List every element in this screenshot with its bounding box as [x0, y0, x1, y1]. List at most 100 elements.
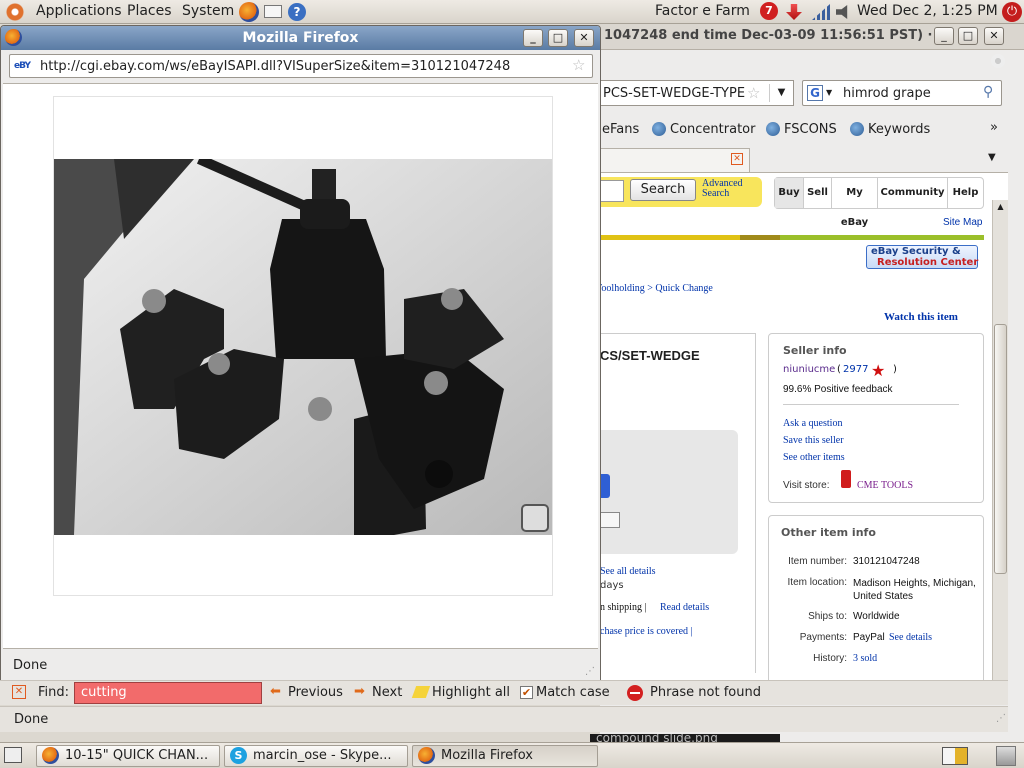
- search-box[interactable]: G ▼ himrod grape ⚲: [802, 80, 1002, 106]
- taskbar-item-label: 10-15" QUICK CHAN...: [65, 748, 209, 763]
- globe-icon: [652, 122, 666, 136]
- find-previous-button[interactable]: Previous: [288, 685, 343, 700]
- ubuntu-logo-icon[interactable]: [6, 3, 24, 21]
- bookmark-star-icon[interactable]: ☆: [572, 56, 585, 74]
- scroll-thumb[interactable]: [994, 324, 1007, 574]
- ebay-search-button[interactable]: Search: [630, 179, 696, 201]
- see-other-items-link[interactable]: See other items: [783, 452, 845, 463]
- find-close-icon[interactable]: ✕: [12, 685, 26, 699]
- firefox-launcher-icon[interactable]: [239, 2, 259, 22]
- clock[interactable]: Wed Dec 2, 1:25 PM: [857, 3, 998, 19]
- find-bar: ✕ Find: cutting ⬅ Previous ➡ Next Highli…: [0, 680, 1008, 705]
- url-text: PCS-SET-WEDGE-TYPE: [603, 86, 746, 101]
- scroll-up-icon[interactable]: ▲: [995, 202, 1006, 214]
- item-number-label: Item number:: [788, 556, 847, 567]
- help-icon[interactable]: ?: [288, 3, 306, 21]
- popup-url-bar[interactable]: eBY http://cgi.ebay.com/ws/eBayISAPI.dll…: [9, 54, 593, 78]
- find-input[interactable]: cutting: [74, 682, 262, 704]
- taskbar-item-active[interactable]: Mozilla Firefox: [412, 745, 598, 767]
- bookmark-star-icon[interactable]: ☆: [747, 84, 760, 102]
- trash-icon[interactable]: [996, 746, 1016, 766]
- more-bookmarks-chevron[interactable]: »: [990, 120, 998, 135]
- workspace-switcher[interactable]: [942, 747, 968, 765]
- maximize-button[interactable]: □: [958, 27, 978, 45]
- tab-close-icon[interactable]: ✕: [731, 153, 743, 165]
- seller-name-link[interactable]: niuniucme: [783, 364, 835, 375]
- bookmark-fscons[interactable]: FSCONS: [784, 122, 837, 137]
- power-icon[interactable]: ⏻: [1002, 2, 1022, 22]
- match-case-label[interactable]: Match case: [536, 685, 610, 700]
- update-notifier-icon[interactable]: 7: [760, 2, 778, 20]
- store-name-link[interactable]: CME TOOLS: [857, 480, 913, 491]
- find-input-value: cutting: [81, 685, 127, 700]
- taskbar-item[interactable]: S marcin_ose - Skype...: [224, 745, 408, 767]
- watch-item-link[interactable]: Watch this item: [884, 311, 958, 323]
- secondary-button[interactable]: [600, 512, 620, 528]
- payments-see-details-link[interactable]: See details: [889, 632, 932, 643]
- tab-list-icon[interactable]: ▼: [988, 152, 996, 163]
- bookmark-efans[interactable]: eFans: [602, 122, 639, 137]
- save-seller-link[interactable]: Save this seller: [783, 435, 844, 446]
- user-name[interactable]: Factor e Farm: [655, 3, 750, 19]
- resize-grip-icon[interactable]: ⋰: [996, 713, 1006, 724]
- download-arrow-icon[interactable]: [786, 4, 802, 20]
- bookmark-concentrator[interactable]: Concentrator: [670, 122, 755, 137]
- system-menu[interactable]: System: [182, 3, 234, 19]
- find-label: Find:: [38, 685, 70, 700]
- advanced-search-link[interactable]: Advanced Search: [702, 179, 758, 199]
- nav-buy[interactable]: Buy: [775, 178, 803, 208]
- taskbar: 10-15" QUICK CHAN... S marcin_ose - Skyp…: [0, 742, 1024, 768]
- item-location-value: Madison Heights, Michigan, United States: [853, 578, 976, 602]
- google-engine-icon[interactable]: G: [807, 85, 823, 101]
- browser-tab[interactable]: ✕: [600, 148, 750, 172]
- feedback-score-link[interactable]: 2977: [843, 364, 868, 375]
- page-scrollbar[interactable]: ▲ ▼: [992, 200, 1008, 700]
- resize-grip-icon[interactable]: ⋰: [585, 666, 595, 677]
- item-number-value: 310121047248: [853, 556, 920, 567]
- minimize-button[interactable]: _: [523, 29, 543, 47]
- search-input[interactable]: himrod grape: [843, 86, 931, 101]
- url-dropdown-icon[interactable]: ▼: [769, 84, 793, 102]
- item-summary-panel: CS/SET-WEDGE See all details days n ship…: [600, 333, 756, 673]
- network-signal-icon[interactable]: [812, 4, 830, 20]
- nav-help[interactable]: Help: [947, 178, 983, 208]
- places-menu[interactable]: Places: [127, 3, 172, 19]
- ships-to-value: Worldwide: [853, 611, 900, 622]
- match-case-checkbox[interactable]: ✔: [520, 686, 533, 699]
- taskbar-item[interactable]: 10-15" QUICK CHAN...: [36, 745, 220, 767]
- place-bid-button[interactable]: [600, 474, 610, 498]
- mail-icon[interactable]: [264, 5, 282, 18]
- applications-menu[interactable]: Applications: [36, 3, 122, 19]
- close-button[interactable]: ✕: [984, 27, 1004, 45]
- nav-my-ebay[interactable]: My eBay: [831, 178, 877, 228]
- see-all-details-link[interactable]: See all details: [600, 566, 656, 577]
- taskbar-item-label: Mozilla Firefox: [441, 748, 533, 763]
- nav-sell[interactable]: Sell: [803, 178, 831, 208]
- maximize-button[interactable]: □: [548, 29, 568, 47]
- ask-question-link[interactable]: Ask a question: [783, 418, 842, 429]
- minimize-button[interactable]: _: [934, 27, 954, 45]
- ebay-color-bar: [600, 235, 984, 240]
- purchase-protection-fragment[interactable]: chase price is covered |: [600, 626, 693, 637]
- engine-dropdown-icon[interactable]: ▼: [826, 88, 832, 97]
- url-bar-tail[interactable]: PCS-SET-WEDGE-TYPE ☆ ▼: [600, 80, 794, 106]
- firefox-icon: [418, 747, 435, 764]
- read-details-link[interactable]: Read details: [660, 602, 709, 613]
- history-sold-link[interactable]: 3 sold: [853, 653, 877, 664]
- payments-value: PayPal: [853, 632, 885, 643]
- site-map-link[interactable]: Site Map: [943, 217, 982, 228]
- popup-url-text[interactable]: http://cgi.ebay.com/ws/eBayISAPI.dll?VIS…: [40, 59, 510, 74]
- security-center-badge[interactable]: eBay Security & Resolution Center: [866, 245, 978, 269]
- highlight-all-button[interactable]: Highlight all: [432, 685, 510, 700]
- nav-community[interactable]: Community: [877, 178, 947, 208]
- skype-icon: S: [230, 747, 247, 764]
- volume-icon[interactable]: [836, 5, 848, 19]
- bookmark-keywords[interactable]: Keywords: [868, 122, 930, 137]
- category-breadcrumb[interactable]: Toolholding > Quick Change: [596, 283, 713, 294]
- ebay-search-input[interactable]: [600, 180, 624, 202]
- popup-title-bar[interactable]: Mozilla Firefox _ □ ✕: [1, 26, 600, 50]
- show-desktop-icon[interactable]: [4, 747, 22, 763]
- search-magnifier-icon[interactable]: ⚲: [983, 84, 993, 100]
- find-next-button[interactable]: Next: [372, 685, 402, 700]
- close-button[interactable]: ✕: [574, 29, 594, 47]
